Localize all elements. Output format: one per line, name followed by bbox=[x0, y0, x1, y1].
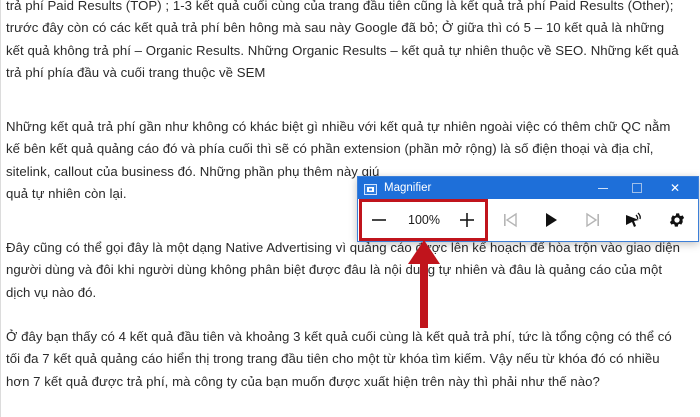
text-line: trả phí phía đầu và cuối trang thuộc về … bbox=[6, 64, 266, 80]
text-line: tối đa 7 kết quả quảng cáo hiển thị tron… bbox=[6, 351, 660, 367]
text-line: Ở đây bạn thấy có 4 kết quả đầu tiên và … bbox=[6, 329, 672, 344]
magnifier-titlebar[interactable]: Magnifier ✕ bbox=[358, 177, 698, 199]
skip-previous-icon bbox=[504, 212, 517, 228]
skip-next-icon bbox=[586, 212, 599, 228]
magnifier-title: Magnifier bbox=[384, 182, 432, 194]
paragraph-4: Ở đây bạn thấy có 4 kết quả đầu tiên và … bbox=[6, 326, 696, 393]
paragraph-3: Đây cũng có thể gọi đây là một dạng Nati… bbox=[6, 237, 696, 304]
text-line: người dùng và đôi khi người dùng không p… bbox=[6, 262, 663, 278]
play-icon bbox=[546, 213, 557, 227]
play-button[interactable] bbox=[538, 207, 564, 233]
previous-paragraph-button[interactable] bbox=[497, 207, 523, 233]
maximize-icon[interactable] bbox=[620, 177, 654, 199]
text-line: Những kết quả trả phí gần như không có k… bbox=[6, 119, 671, 134]
close-button[interactable]: ✕ bbox=[658, 177, 692, 199]
next-paragraph-button[interactable] bbox=[580, 207, 606, 233]
text-line: trả phí Paid Results (TOP) ; 1-3 kết quả… bbox=[6, 0, 674, 13]
text-line: kế bên kết quả quảng cáo đó và phía cuối… bbox=[6, 141, 654, 157]
text-line: hơn 7 kết quả được trả phí, mà công ty c… bbox=[6, 373, 600, 389]
annotation-arrow-icon bbox=[408, 240, 440, 328]
minimize-icon[interactable] bbox=[586, 177, 620, 199]
paragraph-1: trả phí Paid Results (TOP) ; 1-3 kết quả… bbox=[6, 0, 696, 84]
text-line: kết quả không trả phí – Organic Results.… bbox=[6, 42, 679, 58]
text-line: trước đây còn có các kết quả trả phí bên… bbox=[6, 20, 665, 36]
read-from-here-icon bbox=[626, 212, 641, 227]
settings-button[interactable] bbox=[664, 207, 690, 233]
read-from-here-button[interactable] bbox=[620, 207, 646, 233]
magnifier-app-icon bbox=[364, 182, 377, 195]
zoom-controls-highlight bbox=[359, 199, 488, 241]
text-line: dịch vụ nào đó. bbox=[6, 284, 97, 300]
gear-icon bbox=[669, 213, 685, 227]
